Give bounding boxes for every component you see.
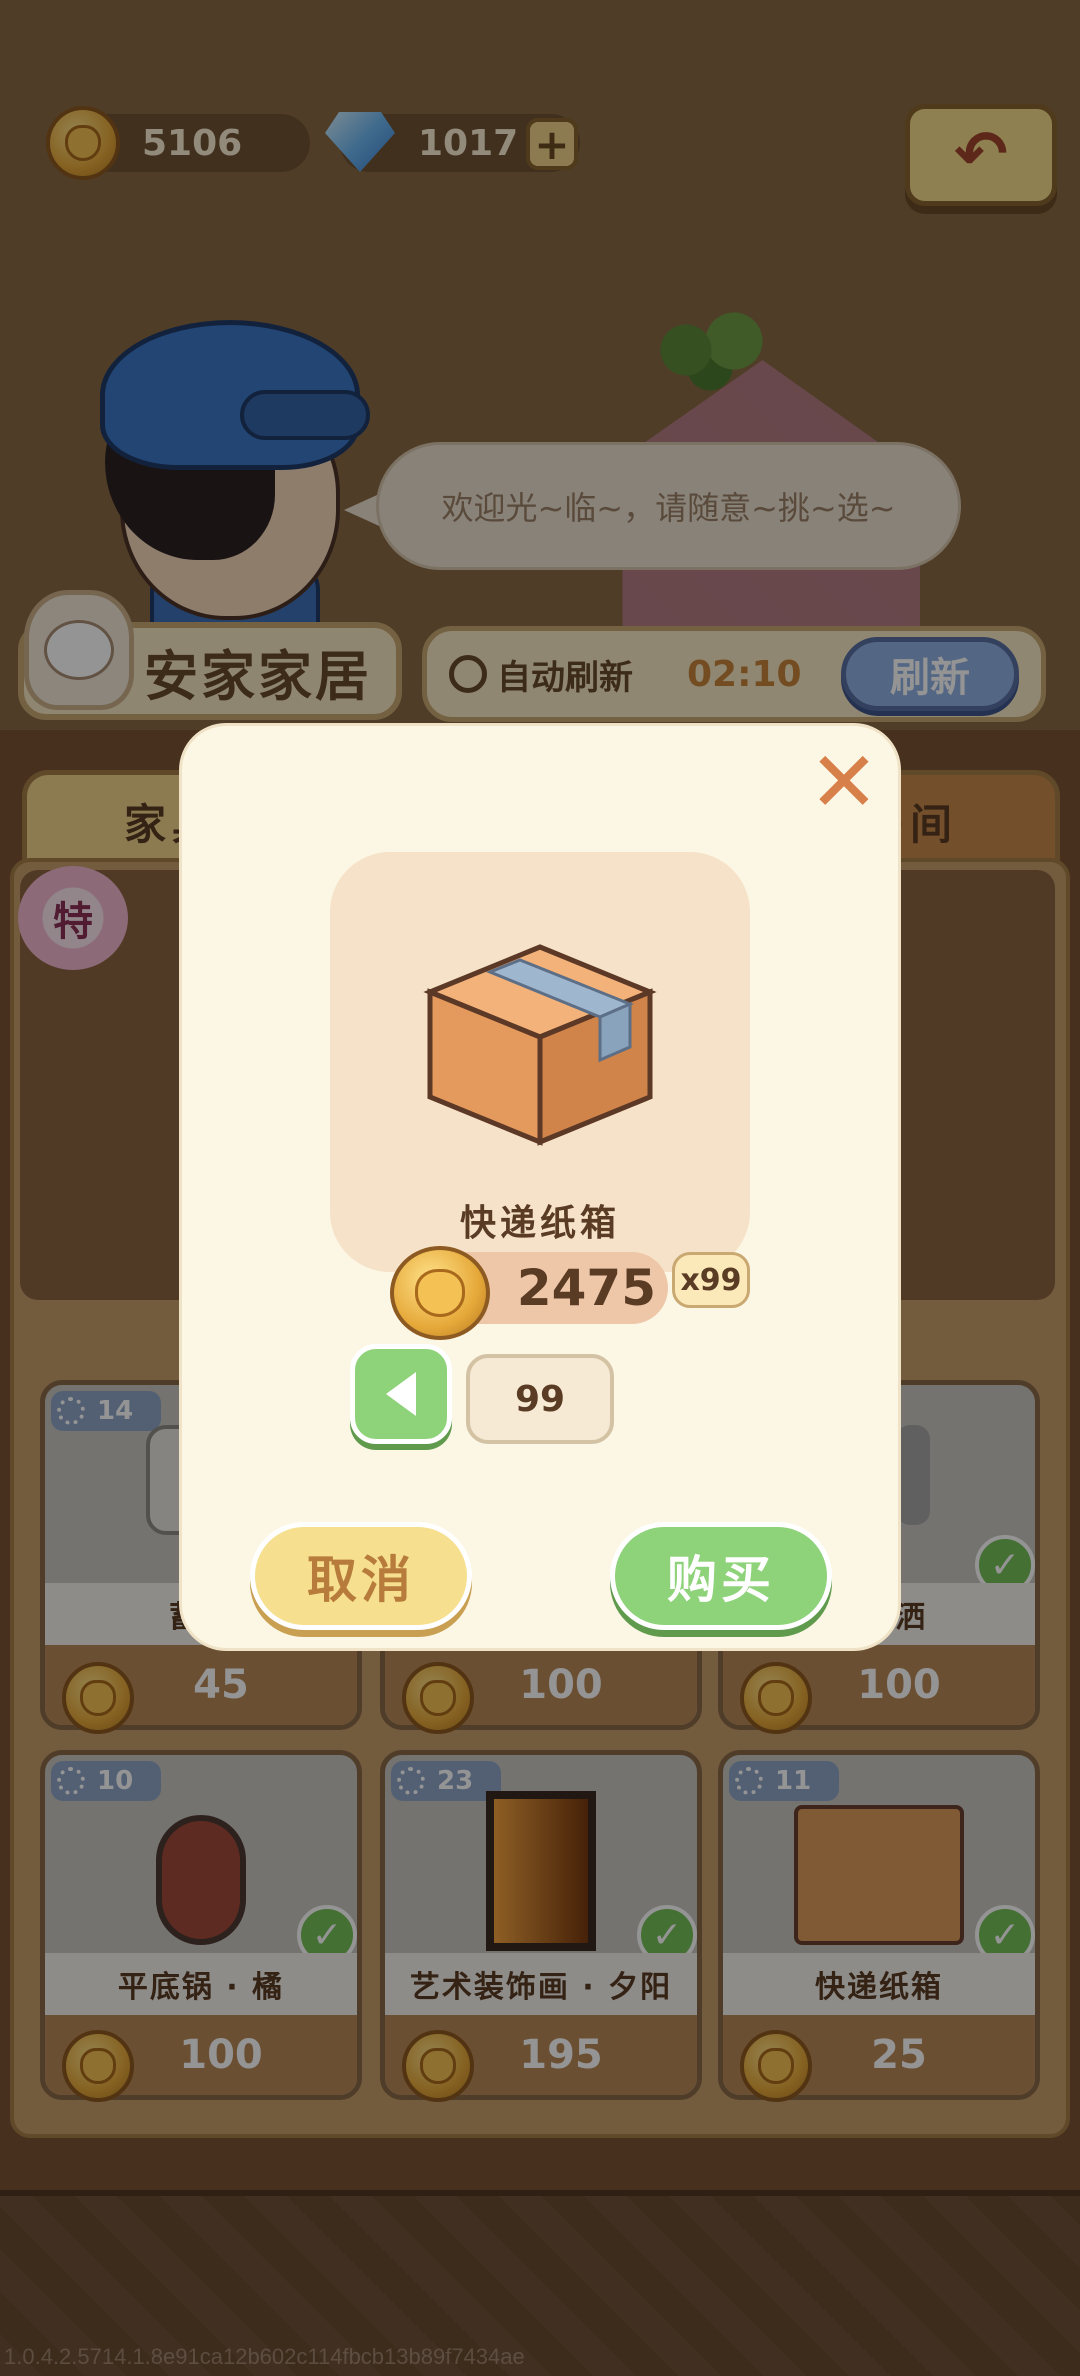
close-icon: ✕ bbox=[808, 733, 880, 831]
coin-icon bbox=[390, 1246, 490, 1340]
close-button[interactable]: ✕ bbox=[806, 740, 882, 824]
game-scene: 5106 1017 + ↶ 欢迎光~临~，请随意~挑~选~ 安家家居 自动刷新 … bbox=[0, 0, 1080, 2376]
left-arrow-icon bbox=[386, 1372, 416, 1416]
buy-button[interactable]: 购买 bbox=[610, 1522, 832, 1630]
decrease-quantity-button[interactable] bbox=[350, 1344, 452, 1444]
dialog-item-name: 快递纸箱 bbox=[459, 1203, 620, 1244]
stock-count: x99 bbox=[672, 1252, 750, 1308]
cancel-button[interactable]: 取消 bbox=[250, 1522, 472, 1630]
quantity-input[interactable]: 99 bbox=[466, 1354, 614, 1444]
